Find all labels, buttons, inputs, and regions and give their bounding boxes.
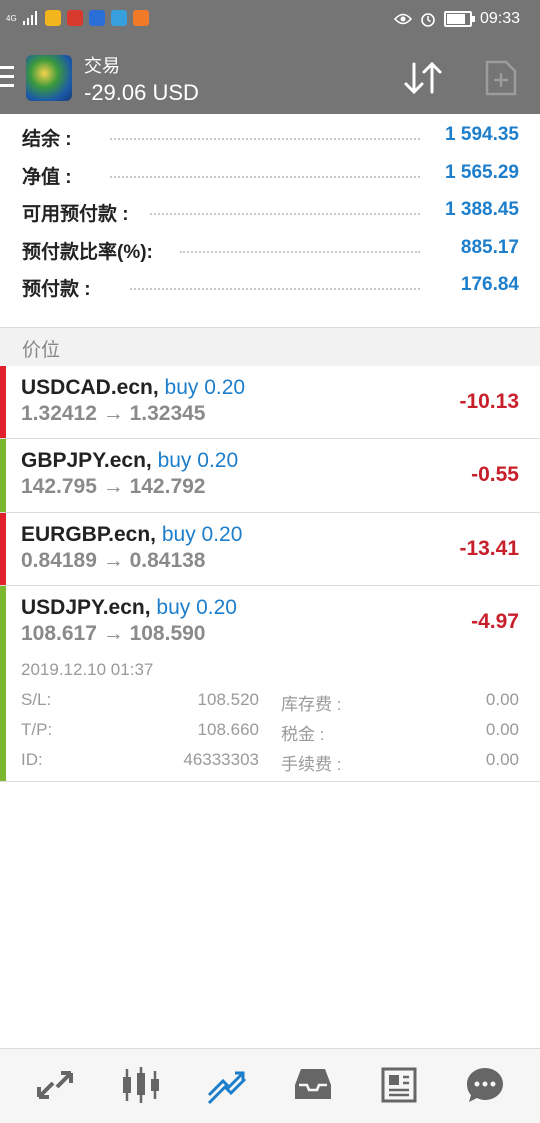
detail-key: T/P:: [21, 720, 53, 739]
summary-label: 预付款 :: [22, 274, 97, 301]
account-summary: 结余 : 1 594.35 净值 : 1 565.29 可用预付款 : 1 38…: [0, 116, 540, 304]
profit-total: -29.06 USD: [84, 80, 199, 105]
position-symbol: EURGBP.ecn, buy 0.20: [21, 523, 243, 546]
detail-key: 手续费 :: [281, 755, 342, 774]
new-order-icon[interactable]: [484, 60, 518, 96]
dotted-leader: [130, 288, 420, 290]
menu-icon[interactable]: [0, 66, 14, 88]
section-title: 价位: [22, 340, 61, 361]
news-icon[interactable]: [377, 1065, 421, 1105]
summary-value: 1 565.29: [439, 161, 519, 184]
notification-app-icon-5: [132, 10, 149, 26]
summary-row-margin: 预付款 : 176.84: [0, 266, 540, 304]
position-prices: 1.32412 → 1.32345: [21, 402, 206, 425]
summary-label: 可用预付款 :: [22, 199, 135, 226]
toolbar: 交易 -29.06 USD: [0, 42, 540, 114]
notification-app-icon-3: [88, 10, 105, 26]
positions-section-header: 价位: [0, 327, 540, 367]
dotted-leader: [180, 250, 420, 253]
summary-label: 净值 :: [22, 161, 78, 189]
position-side: buy 0.20: [164, 376, 246, 399]
detail-value: 0.00: [485, 720, 519, 739]
notification-app-icon-4: [110, 10, 127, 26]
dotted-leader: [110, 175, 420, 178]
position-symbol: GBPJPY.ecn, buy 0.20: [21, 449, 239, 472]
detail-value: 0.00: [485, 690, 519, 709]
summary-row-margin-level: 预付款比率(%): 885.17: [0, 229, 540, 267]
chart-icon[interactable]: [119, 1065, 163, 1105]
position-symbol: USDJPY.ecn, buy 0.20: [21, 596, 237, 619]
summary-row-balance: 结余 : 1 594.35: [0, 116, 540, 154]
summary-label: 预付款比率(%):: [22, 236, 159, 264]
summary-row-equity: 净值 : 1 565.29: [0, 154, 540, 192]
position-row[interactable]: EURGBP.ecn, buy 0.20 0.84189 → 0.84138 -…: [0, 513, 540, 586]
position-prices: 0.84189 → 0.84138: [21, 549, 206, 572]
position-profit: -0.55: [471, 463, 519, 486]
position-prices: 142.795 → 142.792: [21, 475, 206, 498]
status-bar: 4G 09:33: [0, 0, 540, 42]
clock: 09:33: [479, 10, 520, 27]
sort-icon[interactable]: [402, 60, 444, 96]
position-direction-bar: [0, 439, 6, 512]
position-profit: -13.41: [459, 537, 519, 560]
detail-key: 库存费 :: [281, 695, 342, 714]
app-logo[interactable]: [26, 55, 72, 101]
bottom-navigation: [0, 1048, 540, 1123]
battery-icon: [443, 11, 475, 27]
summary-row-free-margin: 可用预付款 : 1 388.45: [0, 191, 540, 229]
summary-value: 176.84: [454, 274, 519, 296]
open-time: 2019.12.10 01:37: [21, 660, 154, 679]
position-details: 2019.12.10 01:37 S/L: 108.520 库存费 : 0.00…: [0, 660, 540, 780]
position-row-expanded[interactable]: USDJPY.ecn, buy 0.20 108.617 → 108.590 -…: [0, 586, 540, 782]
dotted-leader: [110, 138, 420, 140]
position-profit: -4.97: [471, 610, 519, 633]
position-side: buy 0.20: [161, 523, 243, 546]
eye-icon: [393, 13, 412, 25]
detail-key: 税金 :: [281, 725, 325, 744]
detail-row-tp: T/P: 108.660 税金 : 0.00: [0, 720, 540, 744]
position-row[interactable]: USDCAD.ecn, buy 0.20 1.32412 → 1.32345 -…: [0, 366, 540, 439]
position-row[interactable]: GBPJPY.ecn, buy 0.20 142.795 → 142.792 -…: [0, 439, 540, 513]
detail-row-sl: S/L: 108.520 库存费 : 0.00: [0, 690, 540, 714]
detail-row-id: ID: 46333303 手续费 : 0.00: [0, 750, 540, 774]
detail-value: 108.660: [197, 720, 259, 739]
page-title: 交易: [84, 56, 120, 76]
summary-value: 1 594.35: [439, 124, 519, 146]
position-symbol: USDCAD.ecn, buy 0.20: [21, 376, 246, 399]
trade-icon[interactable]: [205, 1065, 249, 1105]
detail-value: 0.00: [485, 750, 519, 769]
alarm-icon: [421, 13, 435, 27]
position-side: buy 0.20: [156, 596, 237, 619]
detail-key: ID:: [21, 750, 43, 769]
summary-label: 结余 :: [22, 124, 78, 151]
position-profit: -10.13: [459, 390, 519, 413]
quotes-icon[interactable]: [33, 1065, 77, 1105]
position-direction-bar: [0, 366, 6, 438]
network-type: 4G: [6, 13, 17, 23]
notification-app-icon-2: [66, 10, 83, 26]
signal-icon: [22, 11, 37, 25]
notification-app-icon-1: [44, 10, 61, 26]
position-side: buy 0.20: [157, 449, 239, 472]
summary-value: 1 388.45: [439, 199, 519, 221]
detail-value: 46333303: [183, 750, 259, 769]
chat-icon[interactable]: [463, 1065, 507, 1105]
summary-value: 885.17: [454, 236, 519, 259]
detail-key: S/L:: [21, 690, 52, 709]
dotted-leader: [150, 213, 420, 215]
detail-value: 108.520: [197, 690, 259, 709]
position-prices: 108.617 → 108.590: [21, 622, 206, 645]
position-direction-bar: [0, 513, 6, 585]
history-icon[interactable]: [291, 1065, 335, 1105]
